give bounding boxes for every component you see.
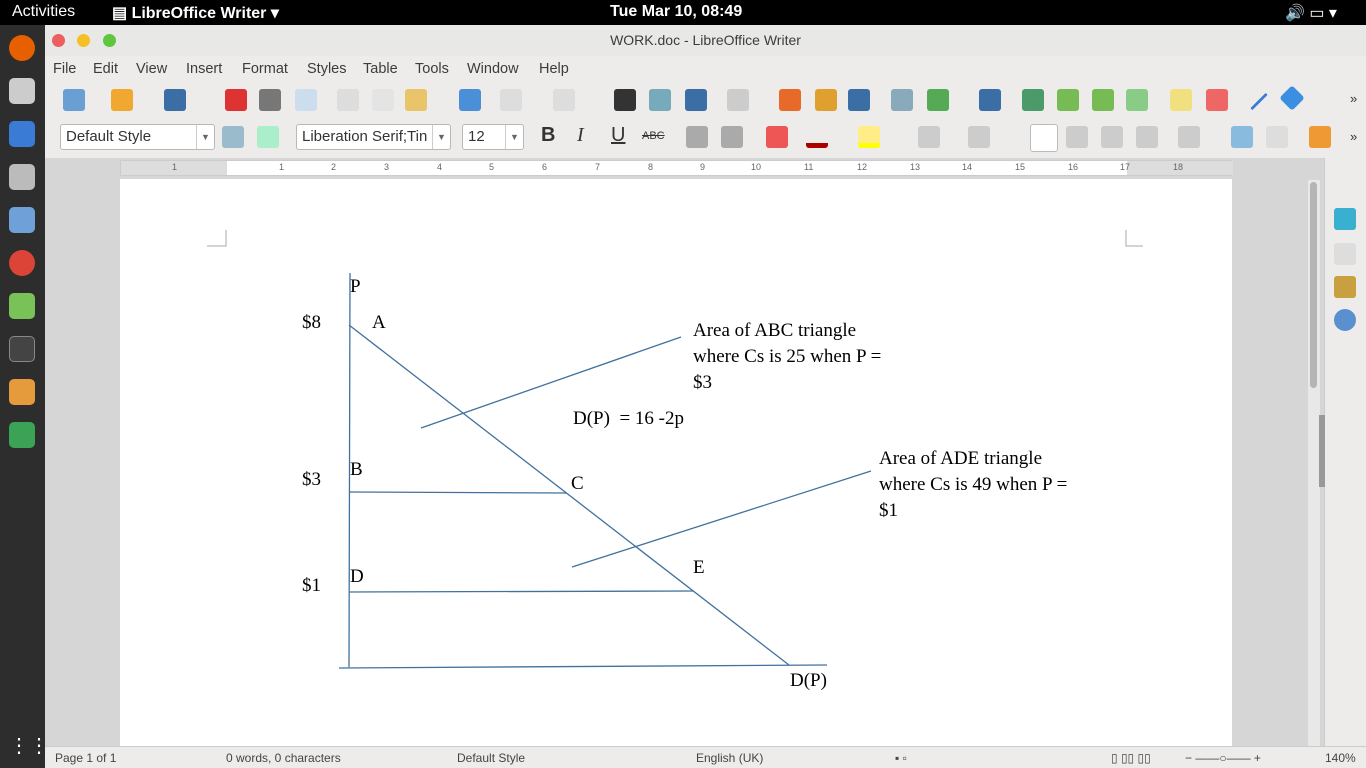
selection-mode-icon[interactable]: ▪ ▫: [895, 751, 907, 765]
callout-ade: [571, 470, 872, 568]
sidebar-collapse-handle[interactable]: [1319, 415, 1325, 487]
diagram: [207, 230, 1143, 669]
note-line: where Cs is 25 when P =: [693, 346, 882, 367]
note-line: $1: [879, 500, 898, 521]
line-bc: [349, 491, 568, 494]
point-e-label: E: [693, 557, 705, 578]
page-count[interactable]: Page 1 of 1: [55, 751, 116, 765]
note-ade: Area of ADE triangle where Cs is 49 when…: [879, 446, 1067, 524]
price-1-label: $1: [302, 575, 321, 596]
view-layout-icons[interactable]: ▯ ▯▯ ▯▯: [1111, 751, 1151, 765]
point-d-label: D: [350, 566, 364, 587]
language[interactable]: English (UK): [696, 751, 763, 765]
note-line: Area of ABC triangle: [693, 320, 857, 341]
axis-p-label: P: [350, 276, 361, 297]
note-line: Area of ADE triangle: [879, 448, 1043, 469]
margin-corner: [1125, 230, 1143, 247]
note-line: $3: [693, 372, 712, 393]
quantity-axis: [338, 664, 828, 669]
note-abc: Area of ABC triangle where Cs is 25 when…: [693, 318, 881, 396]
point-b-label: B: [350, 459, 363, 480]
status-bar: Page 1 of 1 0 words, 0 characters Defaul…: [45, 746, 1366, 768]
styles-icon[interactable]: [1334, 243, 1356, 265]
properties-icon[interactable]: [1334, 208, 1356, 230]
note-line: where Cs is 49 when P =: [879, 474, 1068, 495]
navigator-icon[interactable]: [1334, 309, 1356, 331]
word-count[interactable]: 0 words, 0 characters: [226, 751, 341, 765]
equation-text: D(P) = 16 -2p: [573, 408, 684, 429]
margin-corner: [207, 230, 227, 247]
demand-label: D(P): [790, 670, 827, 691]
zoom-slider[interactable]: − ——○—— +: [1185, 751, 1261, 765]
price-8-label: $8: [302, 312, 321, 333]
price-3-label: $3: [302, 469, 321, 490]
sidebar: [1324, 158, 1366, 746]
point-a-label: A: [372, 312, 386, 333]
line-de: [349, 590, 694, 593]
point-c-label: C: [571, 473, 584, 494]
zoom-level[interactable]: 140%: [1325, 751, 1356, 765]
gallery-icon[interactable]: [1334, 276, 1356, 298]
page-style[interactable]: Default Style: [457, 751, 525, 765]
scrollbar-thumb[interactable]: [1310, 182, 1317, 388]
